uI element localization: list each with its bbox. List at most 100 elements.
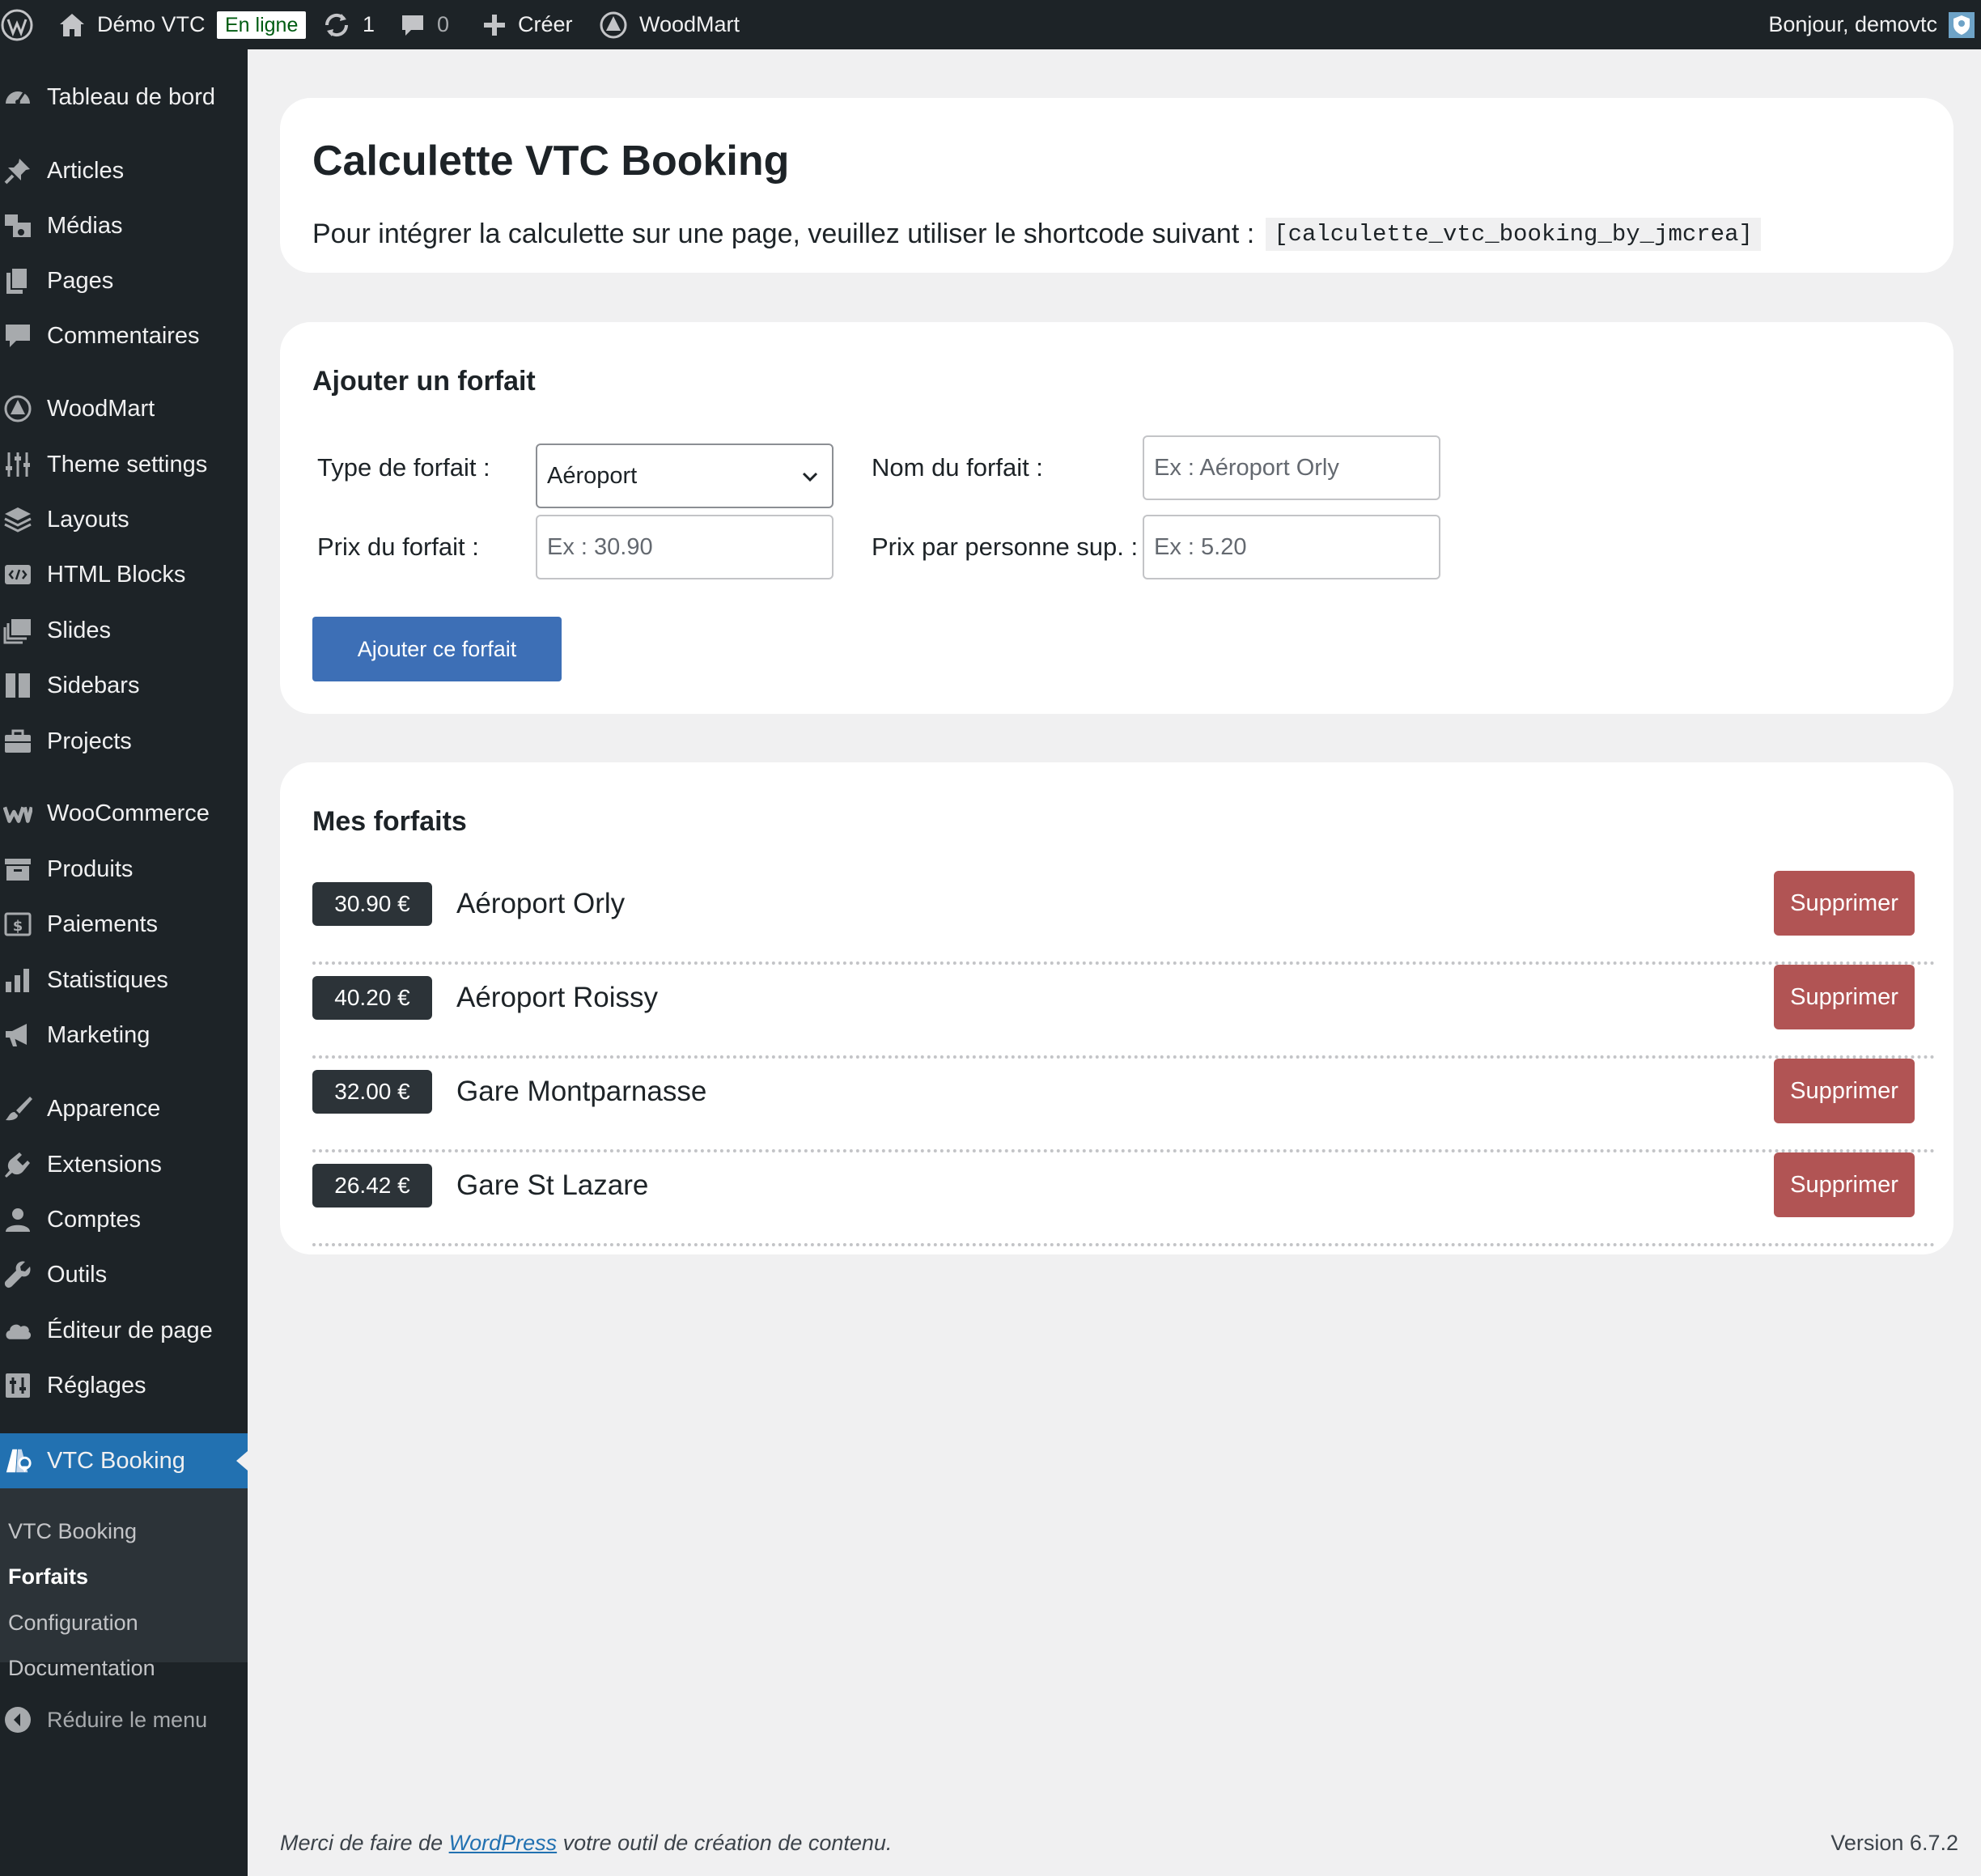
woodmart-label: WoodMart (639, 12, 740, 36)
sidebar-item-marketing[interactable]: Marketing (0, 1011, 248, 1059)
shortcode: [calculette_vtc_booking_by_jmcrea] (1266, 218, 1761, 251)
add-forfait-heading: Ajouter un forfait (312, 366, 536, 397)
collapse-arrow-icon (3, 1705, 32, 1740)
archive-icon (3, 855, 32, 884)
settings-icon (3, 1371, 32, 1400)
pin-icon (3, 156, 32, 185)
footer-version: Version 6.7.2 (1830, 1831, 1958, 1855)
extra-price-label: Prix par personne sup. : (872, 533, 1139, 561)
sidebar-item-vtc-booking[interactable]: VTC Booking (0, 1433, 248, 1488)
sidebar-item-slides[interactable]: Slides (0, 606, 248, 655)
home-icon (60, 13, 84, 36)
name-label: Nom du forfait : (872, 453, 1043, 482)
sidebar-item-pages[interactable]: Pages (0, 257, 248, 305)
forfaits-card: Mes forfaits 30.90 € Aéroport Orly Suppr… (280, 762, 1953, 1254)
forfait-name: Aéroport Orly (456, 888, 626, 919)
sidebar-item-layouts[interactable]: Layouts (0, 495, 248, 544)
refresh-icon (325, 13, 349, 36)
intro-text: Pour intégrer la calculette sur une page… (312, 219, 1255, 249)
plus-icon (484, 14, 505, 36)
new-content-link[interactable]: Créer (482, 0, 573, 49)
wrench-icon (3, 1260, 32, 1289)
sidebar-item-woocommerce[interactable]: WooCommerce (0, 789, 248, 838)
chevron-down-icon (800, 466, 821, 494)
name-input[interactable] (1143, 435, 1440, 500)
type-select[interactable]: Aéroport (536, 444, 834, 508)
add-forfait-card: Ajouter un forfait Type de forfait : Aér… (280, 322, 1953, 714)
price-input[interactable] (536, 515, 834, 579)
sidebar-item-woodmart[interactable]: WoodMart (0, 384, 248, 433)
forfait-name: Aéroport Roissy (456, 982, 658, 1013)
sidebar-icon (3, 671, 32, 700)
forfait-row: 40.20 € Aéroport Roissy Supprimer (312, 965, 1936, 1059)
avatar (1949, 11, 1975, 38)
updates-count: 1 (363, 12, 375, 36)
sidebar-item-medias[interactable]: Médias (0, 202, 248, 250)
sidebar-item-sidebars[interactable]: Sidebars (0, 661, 248, 710)
forfaits-heading: Mes forfaits (312, 806, 467, 837)
sidebar-item-theme-settings[interactable]: Theme settings (0, 440, 248, 489)
forfait-row: 32.00 € Gare Montparnasse Supprimer (312, 1059, 1936, 1152)
footer-credit: Merci de faire de WordPress votre outil … (280, 1831, 892, 1856)
submenu-item-vtc-booking[interactable]: VTC Booking (8, 1519, 137, 1544)
shortcode-intro: Pour intégrer la calculette sur une page… (312, 218, 1761, 251)
my-account-link[interactable]: Bonjour, demovtc (1768, 0, 1975, 49)
header-card: Calculette VTC Booking Pour intégrer la … (280, 98, 1953, 273)
dashboard-icon (3, 83, 32, 112)
comments-count: 0 (437, 12, 450, 36)
sidebar-item-extensions[interactable]: Extensions (0, 1140, 248, 1189)
updates-link[interactable]: 1 (322, 0, 375, 49)
sidebar-item-outils[interactable]: Outils (0, 1250, 248, 1299)
sidebar-item-projects[interactable]: Projects (0, 717, 248, 766)
delete-button[interactable]: Supprimer (1774, 1059, 1915, 1123)
type-selected-value: Aéroport (547, 462, 638, 489)
sidebar-item-commentaires[interactable]: Commentaires (0, 312, 248, 360)
woocommerce-icon (3, 799, 32, 828)
submenu-item-documentation[interactable]: Documentation (8, 1656, 155, 1681)
woodmart-link[interactable]: WoodMart (599, 0, 740, 49)
media-icon (3, 211, 32, 240)
forfait-name: Gare St Lazare (456, 1169, 649, 1201)
vtc-booking-icon (3, 1446, 32, 1475)
site-name-link[interactable]: Démo VTC (58, 0, 206, 49)
delete-button[interactable]: Supprimer (1774, 871, 1915, 936)
delete-button[interactable]: Supprimer (1774, 1152, 1915, 1217)
admin-bar: Démo VTC En ligne 1 0 Créer WoodMart Bon… (0, 0, 1981, 49)
payment-icon: $ (3, 910, 32, 939)
delete-button[interactable]: Supprimer (1774, 965, 1915, 1029)
html-block-icon (3, 560, 32, 589)
chart-icon (3, 966, 32, 995)
forfait-row: 30.90 € Aéroport Orly Supprimer (312, 871, 1936, 965)
add-forfait-button[interactable]: Ajouter ce forfait (312, 617, 562, 681)
new-label: Créer (518, 12, 573, 36)
forfait-price-badge: 30.90 € (312, 882, 432, 926)
admin-sidebar: Tableau de bord Articles Médias Pages Co… (0, 49, 248, 1876)
layers-icon (3, 505, 32, 534)
price-label: Prix du forfait : (317, 533, 479, 561)
wordpress-link[interactable]: WordPress (449, 1831, 558, 1855)
sidebar-item-editeur-de-page[interactable]: Éditeur de page (0, 1306, 248, 1355)
collapse-menu-button[interactable]: Réduire le menu (0, 1696, 248, 1744)
sidebar-item-comptes[interactable]: Comptes (0, 1195, 248, 1244)
comments-link[interactable]: 0 (400, 0, 449, 49)
svg-text:$: $ (13, 918, 23, 935)
sidebar-item-apparence[interactable]: Apparence (0, 1084, 248, 1133)
footer-text-before: Merci de faire de (280, 1831, 443, 1855)
megaphone-icon (3, 1021, 32, 1050)
sidebar-item-paiements[interactable]: $ Paiements (0, 900, 248, 949)
sidebar-item-statistiques[interactable]: Statistiques (0, 956, 248, 1004)
sidebar-item-html-blocks[interactable]: HTML Blocks (0, 550, 248, 599)
footer-text-after: votre outil de création de contenu. (562, 1831, 893, 1855)
wordpress-logo-icon[interactable] (0, 0, 34, 49)
submenu-item-configuration[interactable]: Configuration (8, 1611, 138, 1636)
sliders-icon (3, 450, 32, 479)
submenu-item-forfaits[interactable]: Forfaits (8, 1564, 88, 1590)
sidebar-item-reglages[interactable]: Réglages (0, 1361, 248, 1410)
forfait-price-badge: 26.42 € (312, 1164, 432, 1208)
plugin-icon (3, 1150, 32, 1179)
extra-price-input[interactable] (1143, 515, 1440, 579)
sidebar-item-dashboard[interactable]: Tableau de bord (0, 73, 248, 121)
sidebar-item-produits[interactable]: Produits (0, 845, 248, 893)
site-name: Démo VTC (97, 12, 206, 36)
sidebar-item-articles[interactable]: Articles (0, 146, 248, 195)
